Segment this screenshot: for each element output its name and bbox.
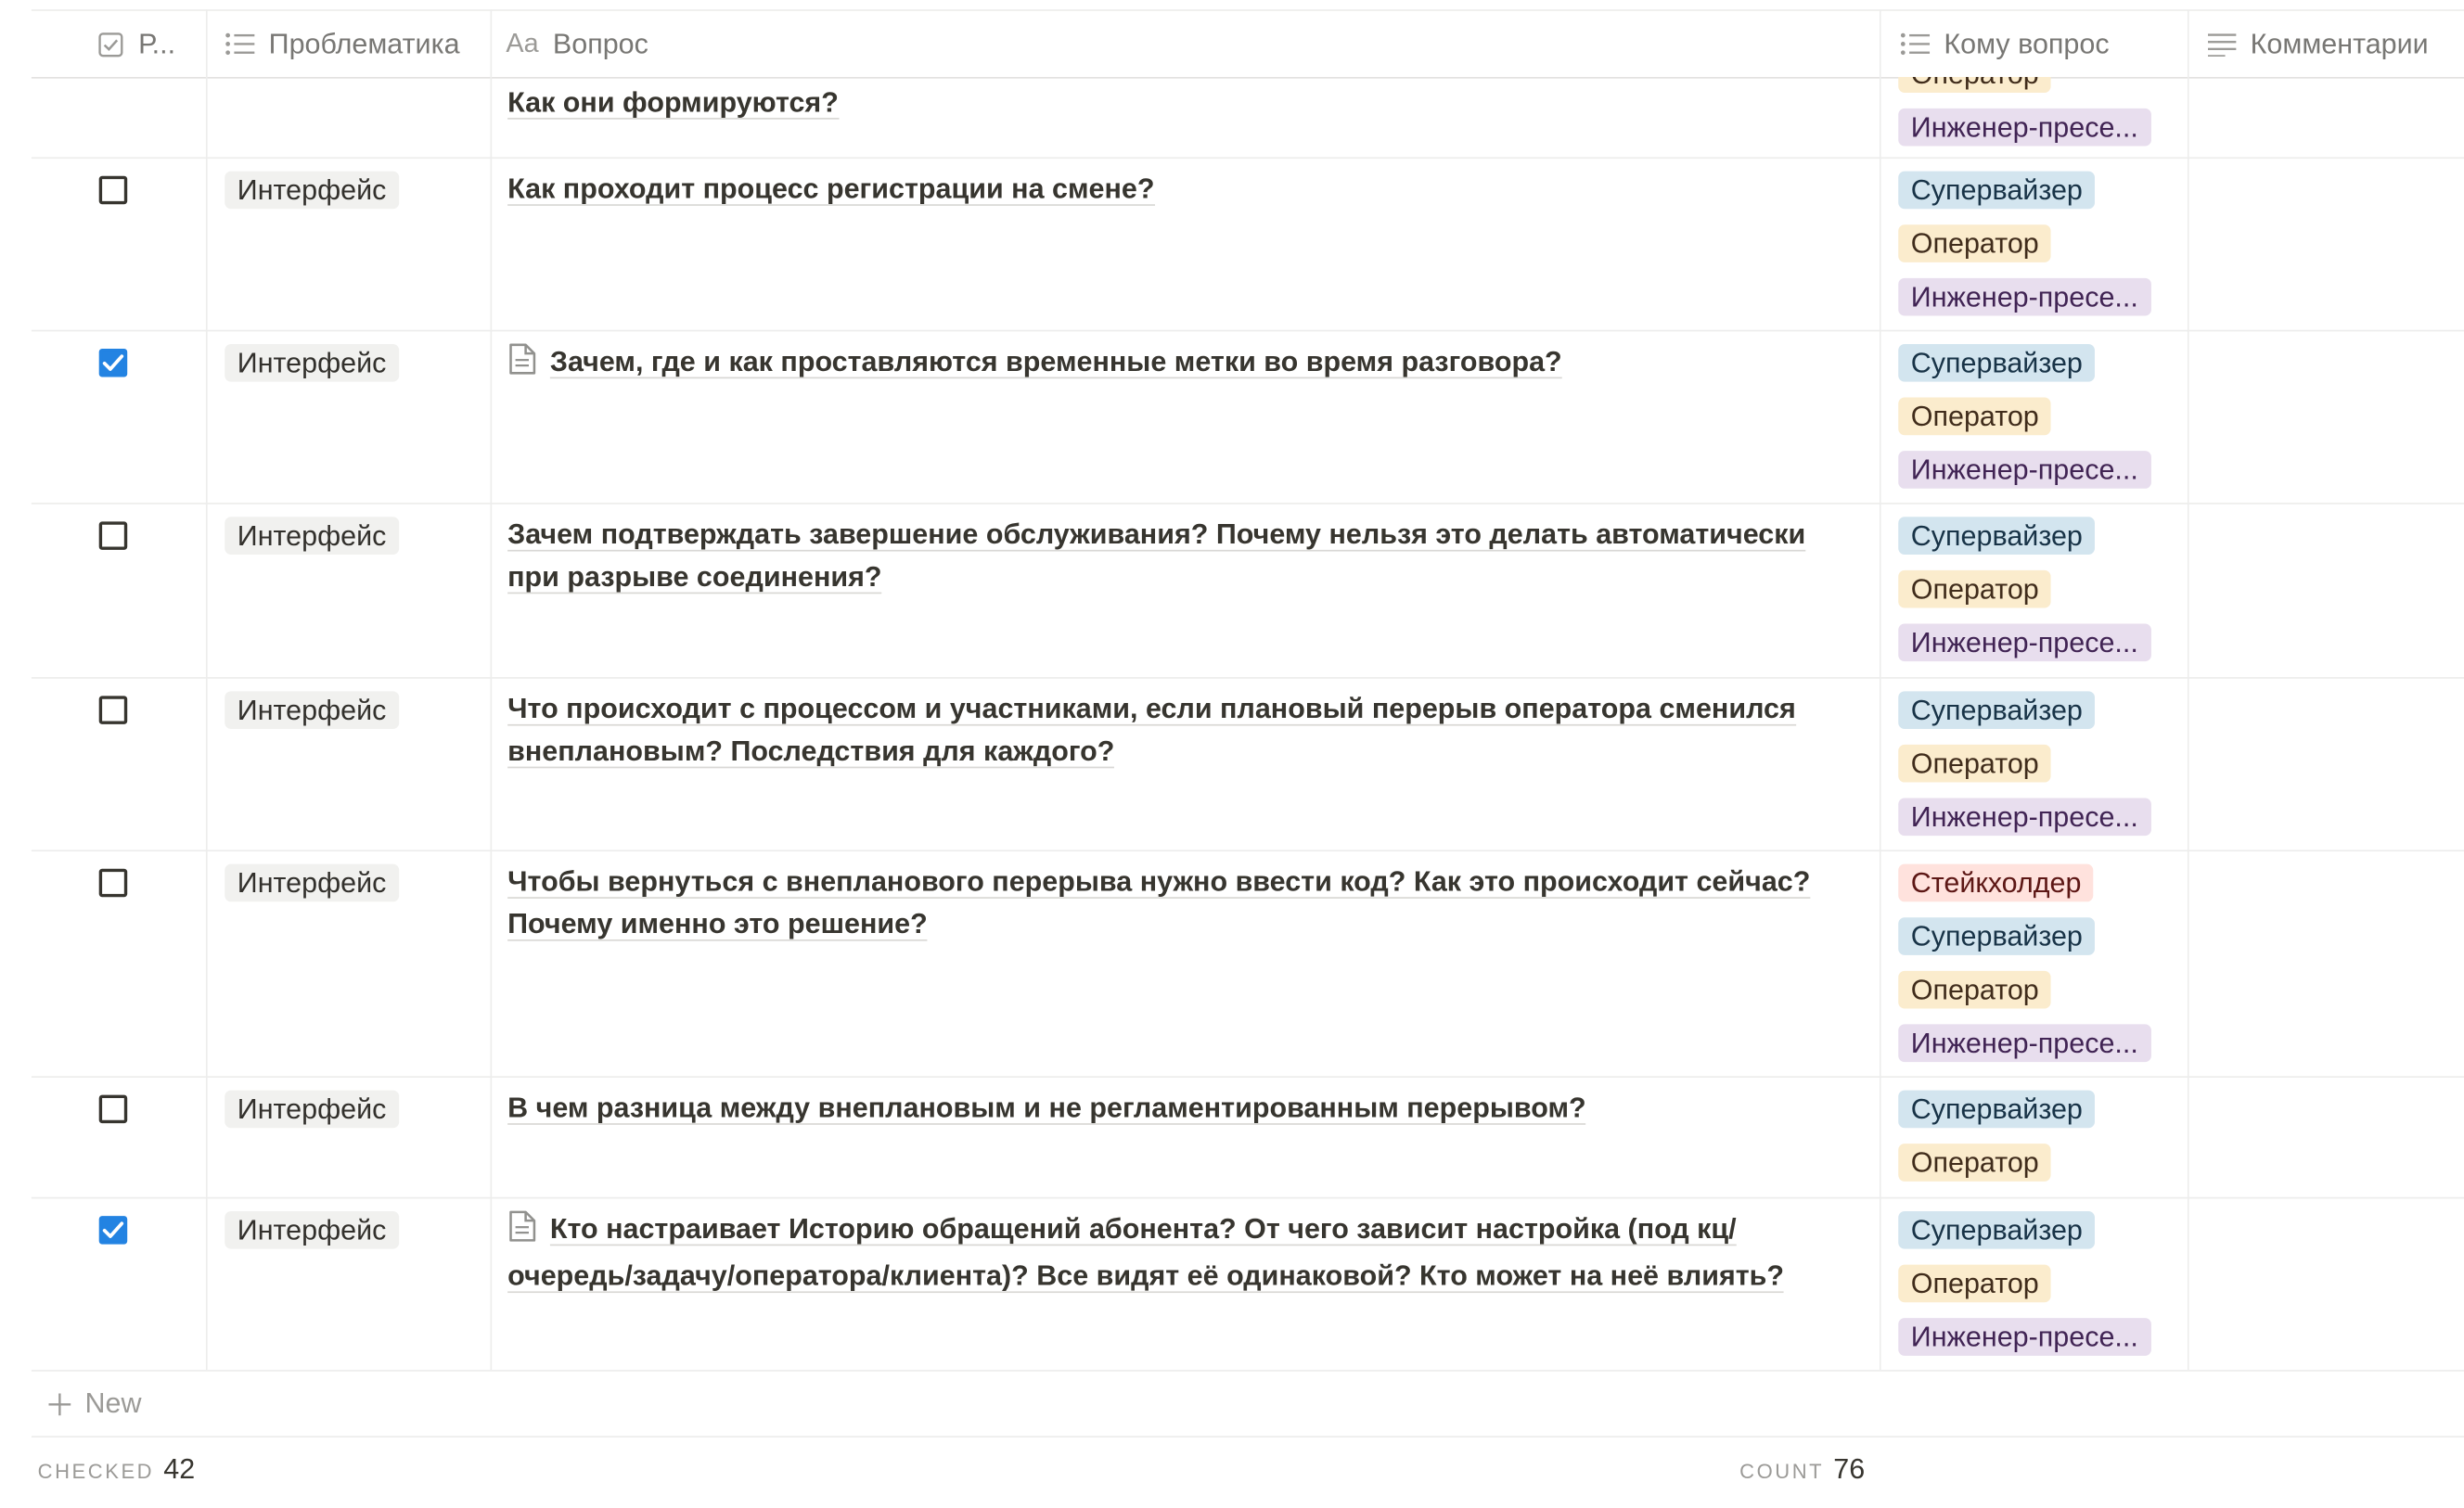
question-text: В чем разница между внеплановым и не рег… bbox=[507, 1092, 1586, 1125]
category-tag[interactable]: Интерфейс bbox=[225, 1090, 399, 1129]
recipient-tag[interactable]: Оператор bbox=[1898, 1264, 2052, 1303]
checkbox-unchecked[interactable] bbox=[98, 175, 128, 205]
recipient-tag[interactable]: Оператор bbox=[1898, 77, 2052, 93]
question-cell[interactable]: Что происходит с процессом и участниками… bbox=[507, 688, 1828, 773]
column-header-label: Кому вопрос bbox=[1944, 27, 2110, 59]
comments-cell[interactable] bbox=[2189, 330, 2464, 503]
recipient-tag[interactable]: Стейкхолдер bbox=[1898, 863, 2094, 902]
checkbox-unchecked[interactable] bbox=[98, 521, 128, 550]
recipient-tag[interactable]: Инженер-пресе... bbox=[1898, 798, 2151, 837]
recipient-tag[interactable]: Оператор bbox=[1898, 1144, 2052, 1182]
recipient-tag[interactable]: Супервайзер bbox=[1898, 171, 2096, 210]
text-property-icon: Aa bbox=[506, 28, 539, 58]
category-tag[interactable]: Интерфейс bbox=[225, 171, 399, 210]
question-text: Чтобы вернуться с внепланового перерыва … bbox=[507, 865, 1811, 941]
comments-cell[interactable] bbox=[2189, 677, 2464, 850]
comments-cell[interactable] bbox=[2189, 1197, 2464, 1370]
page-icon bbox=[507, 342, 537, 388]
question-cell[interactable]: Кто настраивает Историю обращений абонен… bbox=[507, 1208, 1828, 1298]
column-header-vopros[interactable]: Aa Вопрос bbox=[506, 11, 1857, 77]
checkbox-unchecked[interactable] bbox=[98, 696, 128, 724]
question-cell[interactable]: Как проходит процесс регистрации на смен… bbox=[507, 168, 1828, 211]
recipient-tag[interactable]: Супервайзер bbox=[1898, 1090, 2096, 1129]
count-label: COUNT bbox=[1739, 1459, 1825, 1484]
comments-cell[interactable] bbox=[2189, 503, 2464, 677]
checkmark-icon bbox=[102, 1220, 124, 1239]
recipient-tag[interactable]: Супервайзер bbox=[1898, 343, 2096, 382]
category-tag[interactable]: Интерфейс bbox=[225, 343, 399, 382]
category-tag[interactable]: Интерфейс bbox=[225, 691, 399, 729]
table-row[interactable]: Интерфейс Что происходит с процессом и уч… bbox=[31, 677, 2464, 852]
database-table-view: Р... Проблематика Aa Вопрос Кому вопрос … bbox=[0, 0, 2464, 1508]
count-aggregation[interactable]: COUNT 76 bbox=[1739, 1453, 1865, 1487]
checkbox-property-icon bbox=[97, 31, 124, 58]
question-cell[interactable]: Зачем подтверждать завершение обслуживан… bbox=[507, 514, 1828, 598]
comments-cell[interactable] bbox=[2189, 850, 2464, 1076]
recipient-tag[interactable]: Оператор bbox=[1898, 569, 2052, 608]
recipient-tag[interactable]: Инженер-пресе... bbox=[1898, 277, 2151, 316]
new-row-label: New bbox=[84, 1387, 142, 1419]
plus-icon bbox=[47, 1391, 72, 1416]
table-header: Р... Проблематика Aa Вопрос Кому вопрос … bbox=[31, 9, 2464, 79]
table-row[interactable]: Интерфейс В чем разница между внеплановым… bbox=[31, 1076, 2464, 1199]
checkbox-unchecked[interactable] bbox=[98, 868, 128, 898]
recipient-tag[interactable]: Оператор bbox=[1898, 397, 2052, 436]
recipient-tag[interactable]: Супервайзер bbox=[1898, 1210, 2096, 1249]
question-text: Кто настраивает Историю обращений абонен… bbox=[507, 1212, 1785, 1294]
question-text: Что происходит с процессом и участниками… bbox=[507, 693, 1796, 769]
question-text: Как они формируются? bbox=[507, 86, 839, 120]
question-text: Зачем подтверждать завершение обслуживан… bbox=[507, 518, 1806, 594]
table-row[interactable]: Интерфейс Чтобы вернуться с внепланового … bbox=[31, 850, 2464, 1079]
recipient-tag[interactable]: Инженер-пресе... bbox=[1898, 1318, 2151, 1356]
checkbox-checked[interactable] bbox=[98, 349, 128, 377]
table-row[interactable]: Интерфейс Зачем, где и как проставляются … bbox=[31, 330, 2464, 505]
recipient-tag[interactable]: Супервайзер bbox=[1898, 917, 2096, 955]
checkbox-checked[interactable] bbox=[98, 1216, 128, 1245]
recipient-tag[interactable]: Супервайзер bbox=[1898, 517, 2096, 555]
column-header-komu-vopros[interactable]: Кому вопрос bbox=[1900, 11, 2183, 77]
checked-aggregation[interactable]: CHECKED 42 bbox=[38, 1453, 196, 1487]
column-header-status[interactable]: Р... bbox=[97, 11, 204, 77]
recipient-tag[interactable]: Инженер-пресе... bbox=[1898, 108, 2151, 147]
column-header-label: Проблематика bbox=[268, 27, 460, 59]
table-row[interactable]: Как они формируются? Оператор Инженер-прес… bbox=[31, 77, 2464, 160]
add-new-row-button[interactable]: New bbox=[31, 1372, 2464, 1438]
count-value: 76 bbox=[1833, 1452, 1866, 1485]
checkmark-icon bbox=[102, 353, 124, 372]
table-row[interactable]: Интерфейс Как проходит процесс регистраци… bbox=[31, 157, 2464, 332]
table-row[interactable]: Интерфейс Кто настраивает Историю обращен… bbox=[31, 1197, 2464, 1372]
comments-cell[interactable] bbox=[2189, 1076, 2464, 1196]
recipient-tag[interactable]: Оператор bbox=[1898, 970, 2052, 1009]
category-tag[interactable]: Интерфейс bbox=[225, 863, 399, 902]
recipient-tag[interactable]: Инженер-пресе... bbox=[1898, 1024, 2151, 1063]
recipient-tag[interactable]: Инженер-пресе... bbox=[1898, 623, 2151, 662]
recipient-tag[interactable]: Оператор bbox=[1898, 224, 2052, 262]
question-cell[interactable]: Как они формируются? bbox=[507, 82, 1828, 124]
lines-property-icon bbox=[2207, 32, 2237, 57]
category-tag[interactable]: Интерфейс bbox=[225, 1210, 399, 1249]
question-cell[interactable]: Зачем, где и как проставляются временные… bbox=[507, 341, 1828, 389]
column-header-kommentarii[interactable]: Комментарии bbox=[2207, 11, 2464, 77]
column-header-label: Комментарии bbox=[2250, 27, 2429, 59]
question-cell[interactable]: В чем разница между внеплановым и не рег… bbox=[507, 1087, 1828, 1130]
category-tag[interactable]: Интерфейс bbox=[225, 517, 399, 555]
column-header-label: Вопрос bbox=[552, 27, 648, 59]
recipient-tag[interactable]: Супервайзер bbox=[1898, 691, 2096, 729]
checkbox-unchecked[interactable] bbox=[98, 1094, 128, 1124]
recipient-tag[interactable]: Оператор bbox=[1898, 744, 2052, 783]
question-text: Зачем, где и как проставляются временные… bbox=[549, 345, 1562, 379]
question-cell[interactable]: Чтобы вернуться с внепланового перерыва … bbox=[507, 861, 1828, 945]
checked-label: CHECKED bbox=[37, 1459, 155, 1484]
checked-value: 42 bbox=[163, 1452, 196, 1485]
comments-cell[interactable] bbox=[2189, 157, 2464, 329]
comments-cell[interactable] bbox=[2189, 77, 2464, 157]
question-text: Как проходит процесс регистрации на смен… bbox=[507, 173, 1155, 206]
column-header-label: Р... bbox=[138, 27, 176, 59]
recipient-tag[interactable]: Инженер-пресе... bbox=[1898, 451, 2151, 489]
column-header-problematika[interactable]: Проблематика bbox=[225, 11, 492, 77]
table-row[interactable]: Интерфейс Зачем подтверждать завершение о… bbox=[31, 503, 2464, 679]
list-property-icon bbox=[1900, 32, 1931, 57]
page-icon bbox=[507, 1209, 537, 1255]
list-property-icon bbox=[225, 32, 255, 57]
